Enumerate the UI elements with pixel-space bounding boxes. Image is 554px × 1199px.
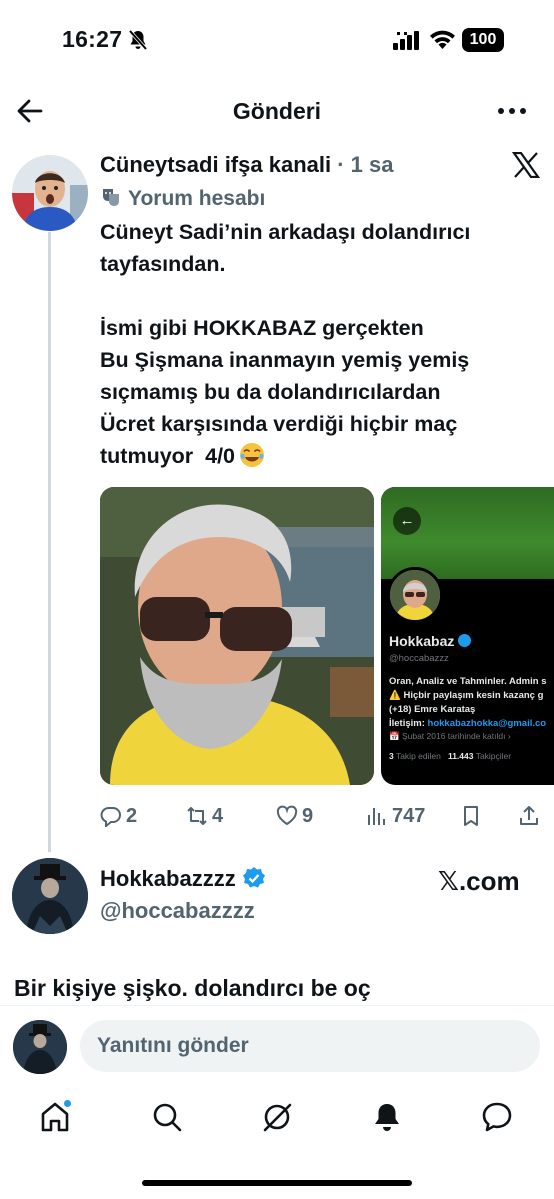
nav-messages[interactable]: [480, 1100, 520, 1140]
wifi-icon: [430, 30, 455, 49]
following-label: Takip edilen: [395, 751, 441, 761]
quoted-author-name[interactable]: Hokkabazzzz: [100, 866, 266, 892]
reply-count: 2: [126, 804, 138, 827]
verified-badge-icon: [242, 867, 265, 888]
nav-notifications[interactable]: [370, 1100, 410, 1140]
reply-composer: Yanıtını gönder: [0, 1005, 554, 1085]
author-name[interactable]: Cüneytsadi ifşa kanali: [100, 152, 331, 177]
bell-off-icon: [128, 29, 148, 51]
status-bar: 16:27 100: [0, 0, 554, 80]
views-chart-icon: [368, 808, 385, 825]
quoted-tweet-text: Bir kişiye şişko. dolandırcı be oç: [14, 975, 371, 1001]
profile-joined: 📅 Şubat 2016 tarihinde katıldı ›: [389, 731, 511, 741]
profile-handle: @hoccabazzz: [389, 653, 449, 664]
tweet-image-profile-screenshot[interactable]: ← Hokkabaz @hoccabazzz Oran, Analiz ve T…: [381, 487, 554, 785]
quoted-author-handle: @hoccabazzzz: [100, 898, 255, 923]
following-count: 3: [389, 751, 394, 761]
heart-icon: [276, 805, 298, 826]
top-header: Gönderi: [0, 88, 554, 136]
retweet-button[interactable]: 4: [186, 800, 223, 832]
reply-button[interactable]: 2: [100, 800, 137, 832]
theater-masks-icon: [103, 189, 119, 206]
more-options-icon[interactable]: [496, 98, 528, 124]
nav-home[interactable]: [38, 1098, 78, 1140]
bell-icon: [375, 1104, 399, 1131]
profile-name-text: Hokkabaz: [389, 633, 455, 649]
quoted-author-avatar[interactable]: [12, 858, 88, 934]
verified-badge-icon: [458, 634, 472, 647]
page-title: Gönderi: [232, 98, 322, 124]
profile-bio-text: Oran, Analiz ve Tahminler. Admin s ⚠️ Hi…: [389, 676, 547, 715]
quoted-source-domain: 𝕏.com: [438, 866, 520, 896]
comment-account-text: Yorum hesabı: [128, 187, 266, 210]
my-avatar[interactable]: [13, 1020, 67, 1074]
profile-contact-label: İletişim:: [389, 718, 425, 729]
views-button[interactable]: 747: [366, 800, 425, 832]
like-count: 9: [302, 804, 314, 827]
share-icon: [520, 806, 538, 825]
profile-bio: Oran, Analiz ve Tahminler. Admin s ⚠️ Hi…: [389, 675, 547, 731]
tweet-text: Cüneyt Sadi’nin arkadaşı dolandırıcı tay…: [100, 216, 546, 472]
profile-name: Hokkabaz: [389, 633, 472, 649]
profile-contact-value: hokkabazhokka@gmail.co: [427, 718, 547, 729]
like-button[interactable]: 9: [276, 800, 313, 832]
bottom-navigation: [0, 1090, 554, 1150]
profile-follow-counts: 3 Takip edilen 11.443 Takipçiler: [389, 751, 511, 761]
grok-icon: [263, 1103, 292, 1132]
views-count: 747: [392, 804, 426, 827]
status-time: 16:27: [62, 26, 123, 52]
reply-input[interactable]: Yanıtını gönder: [80, 1020, 540, 1072]
nav-grok[interactable]: [260, 1100, 300, 1140]
retweet-count: 4: [212, 804, 224, 827]
chevron-right-icon: ›: [507, 731, 511, 741]
reply-icon: [100, 807, 121, 827]
quoted-author-name-text: Hokkabazzzz: [100, 866, 236, 891]
notification-dot: [62, 1098, 73, 1109]
followers-label: Takipçiler: [475, 751, 512, 761]
profile-joined-text: Şubat 2016 tarihinde katıldı: [401, 731, 506, 741]
thread-connector-line: [48, 232, 51, 852]
x-logo-icon: [512, 152, 540, 178]
profile-avatar: [387, 567, 443, 623]
author-avatar[interactable]: [12, 155, 88, 231]
back-arrow-icon: ←: [393, 507, 421, 535]
tweet-body: Cüneyt Sadi’nin arkadaşı dolandırıcı tay…: [100, 220, 471, 468]
followers-count: 11.443: [447, 751, 474, 761]
bookmark-button[interactable]: [460, 800, 486, 832]
tweet-actions: 2 4 9 747: [100, 800, 546, 832]
cellular-signal-icon: [393, 31, 419, 50]
comment-account-label: Yorum hesabı: [100, 186, 265, 211]
home-indicator: [142, 1180, 412, 1186]
bookmark-icon: [464, 806, 478, 826]
nav-search[interactable]: [150, 1100, 190, 1140]
tweet-image-selfie[interactable]: [100, 487, 374, 785]
battery-indicator: 100: [462, 28, 504, 52]
face-with-tears-of-joy-icon: [240, 443, 264, 467]
retweet-icon: [187, 807, 207, 825]
search-icon: [153, 1103, 182, 1132]
tweet-time: · 1 sa: [337, 152, 394, 177]
share-button[interactable]: [518, 800, 544, 832]
chat-bubble-icon: [482, 1102, 512, 1132]
author-line: Cüneytsadi ifşa kanali · 1 sa: [100, 150, 393, 180]
